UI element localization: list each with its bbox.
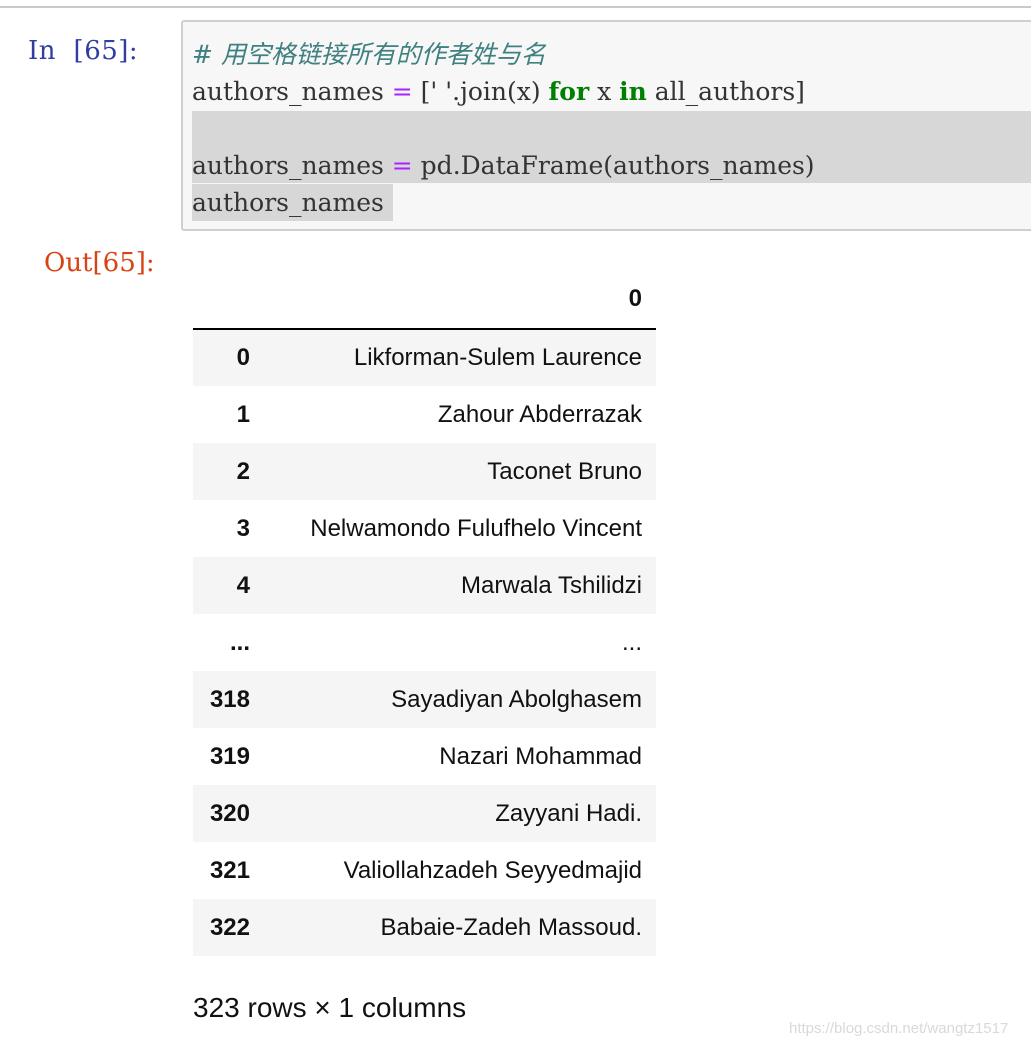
input-prompt: In [65]: (28, 36, 139, 66)
row-index: 0 (236, 344, 250, 371)
code-text: [' '.join(x) (412, 77, 549, 106)
table-row: 318 Sayadiyan Abolghasem (193, 671, 656, 728)
table-row: 1 Zahour Abderrazak (193, 386, 656, 443)
table-row: 320 Zayyani Hadi. (193, 785, 656, 842)
code-line: authors_names = pd.DataFrame(authors_nam… (192, 147, 815, 184)
cell-value: Sayadiyan Abolghasem (391, 685, 642, 713)
code-text: pd.DataFrame(authors_names) (412, 151, 815, 180)
cell-value: ... (621, 628, 642, 656)
code-operator: = (391, 77, 413, 106)
row-index: 321 (209, 856, 250, 884)
code-line: authors_names (192, 184, 815, 221)
row-index: 322 (209, 913, 250, 941)
code-text: all_authors] (646, 77, 805, 106)
row-index: 318 (209, 685, 250, 713)
row-index: ... (229, 628, 250, 656)
table-row: ...... (193, 614, 656, 671)
cell-value: Valiollahzadeh Seyyedmajid (343, 856, 642, 884)
code-keyword: in (619, 77, 647, 106)
code-input-area[interactable]: # 用空格链接所有的作者姓与名 authors_names = [' '.join… (181, 20, 1031, 231)
watermark: https://blog.csdn.net/wangtz1517 (789, 1020, 1009, 1037)
row-index: 4 (236, 571, 250, 599)
code-text: authors_names (192, 151, 392, 180)
code-line: authors_names = [' '.join(x) for x in al… (192, 73, 815, 110)
table-row: 2 Taconet Bruno (193, 443, 656, 500)
row-index: 2 (236, 457, 250, 485)
output-prompt: Out[65]: (44, 248, 155, 278)
table-header-row: 0 (193, 270, 656, 330)
cell-top-border (0, 6, 1031, 8)
row-index: 319 (209, 742, 250, 770)
table-body: 0 Likforman-Sulem Laurence 1 Zahour Abderra… (193, 329, 656, 956)
cell-value: Marwala Tshilidzi (461, 571, 642, 599)
table-row: 321 Valiollahzadeh Seyyedmajid (193, 842, 656, 899)
column-header: 0 (264, 270, 656, 330)
cell-value: Zayyani Hadi. (495, 799, 642, 827)
code-keyword: for (548, 77, 590, 106)
table-row: 3 Nelwamondo Fulufhelo Vincent (193, 500, 656, 557)
cell-value: Nelwamondo Fulufhelo Vincent (310, 514, 642, 542)
row-index: 320 (209, 799, 250, 827)
code-text: authors_names (192, 77, 392, 106)
cell-value: Taconet Bruno (487, 457, 642, 485)
code-operator: = (391, 151, 413, 180)
dataframe-table: 0 0 Likforman-Sulem Laurence 1 Zahour Abder… (193, 270, 656, 956)
cell-value: Likforman-Sulem Laurence (353, 344, 642, 371)
code-editor[interactable]: # 用空格链接所有的作者姓与名 authors_names = [' '.join… (192, 36, 815, 221)
table-row: 0 Likforman-Sulem Laurence (193, 329, 656, 386)
code-text: authors_names (192, 188, 384, 217)
index-column-header (193, 270, 264, 330)
table-row: 319 Nazari Mohammad (193, 728, 656, 785)
row-index: 1 (236, 400, 250, 428)
cell-value: Nazari Mohammad (439, 742, 642, 770)
code-text: x (589, 77, 620, 106)
table-row: 322 Babaie-Zadeh Massoud. (193, 899, 656, 956)
table-row: 4 Marwala Tshilidzi (193, 557, 656, 614)
code-line: # 用空格链接所有的作者姓与名 (192, 36, 815, 73)
dataframe-shape-info: 323 rows × 1 columns (193, 992, 467, 1023)
cell-value: Zahour Abderrazak (437, 400, 642, 428)
row-index: 3 (236, 514, 250, 542)
code-comment: # 用空格链接所有的作者姓与名 (192, 40, 546, 69)
cell-value: Babaie-Zadeh Massoud. (380, 913, 643, 941)
